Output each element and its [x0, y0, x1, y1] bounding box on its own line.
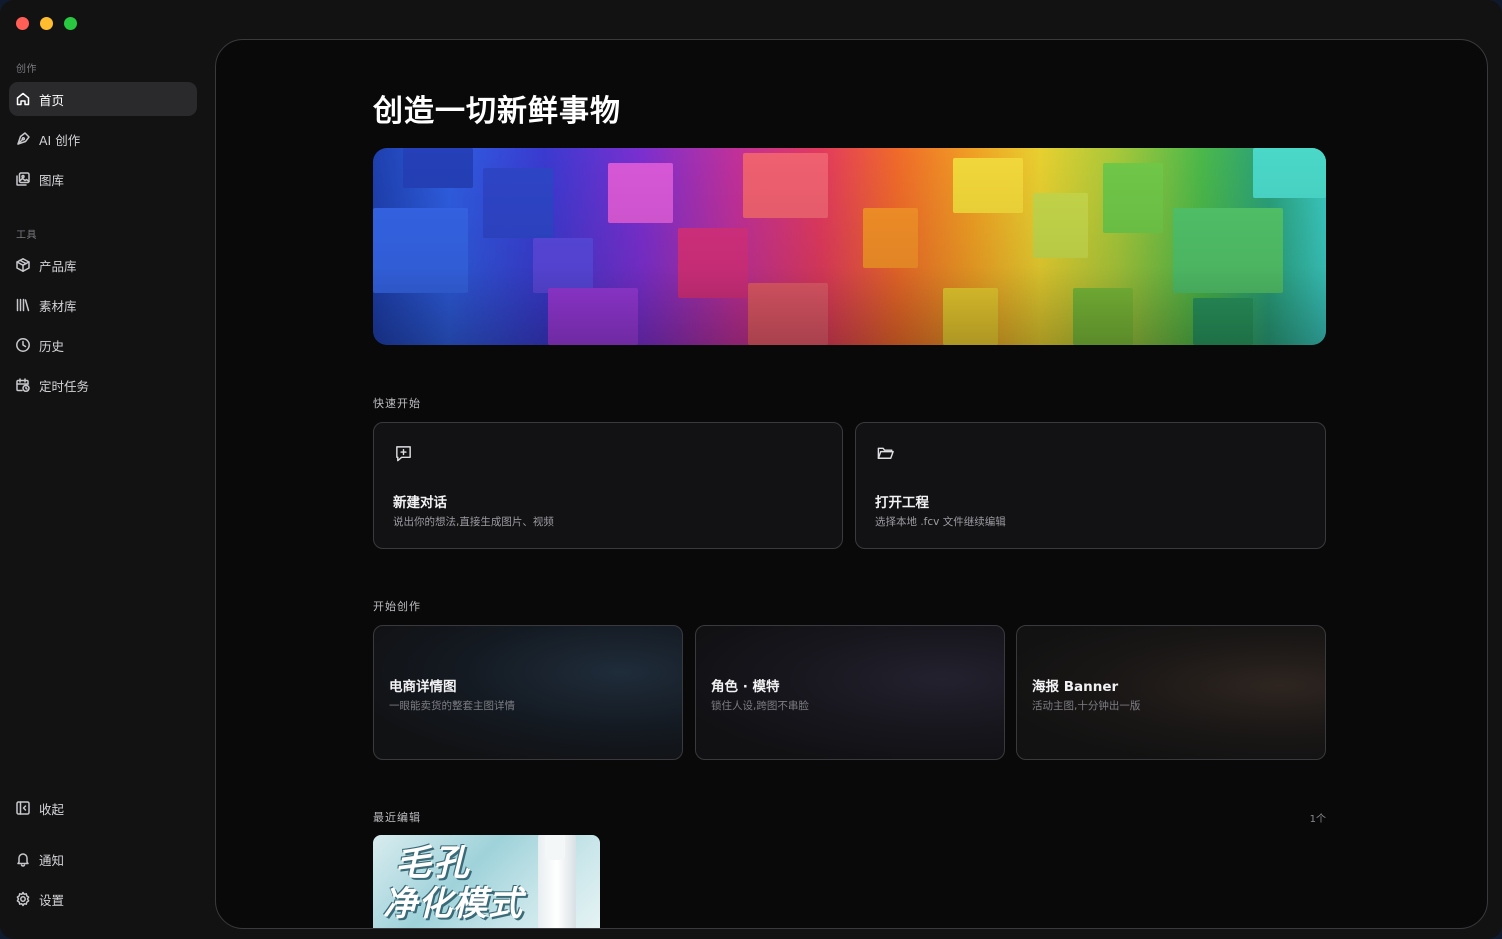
sidebar-item-label: 定时任务 — [39, 378, 90, 394]
sidebar-item-materials[interactable]: 素材库 — [9, 288, 197, 322]
sidebar-item-ai-create[interactable]: AI 创作 — [9, 122, 197, 156]
library-icon — [16, 298, 30, 312]
sidebar: 创作 首页 AI 创作 图库 工具 产品库 素材库 历史 定时任务 收起 通知 … — [0, 0, 210, 939]
collapse-sidebar-button[interactable]: 收起 — [9, 791, 197, 825]
recent-count: 1个 — [1309, 814, 1326, 825]
card-subtitle: 一眼能卖货的整套主图详情 — [389, 700, 515, 712]
sidebar-item-products[interactable]: 产品库 — [9, 248, 197, 282]
card-title: 新建对话 — [393, 495, 447, 511]
home-icon — [16, 92, 30, 106]
notifications-button[interactable]: 通知 — [9, 842, 197, 876]
hero-banner-image — [373, 148, 1326, 345]
ecommerce-detail-card[interactable]: 电商详情图 一眼能卖货的整套主图详情 — [373, 625, 683, 760]
app-window: 创作 首页 AI 创作 图库 工具 产品库 素材库 历史 定时任务 收起 通知 … — [0, 0, 1502, 939]
card-title: 打开工程 — [875, 495, 929, 511]
sidebar-item-label: 首页 — [39, 92, 65, 108]
settings-label: 设置 — [39, 892, 65, 908]
main-panel: 创造一切新鲜事物 快速开始 新建对话 说出你的想法,直接生成图片、视频 打开工程… — [215, 39, 1488, 929]
collapse-label: 收起 — [39, 801, 65, 817]
poster-banner-card[interactable]: 海报 Banner 活动主图,十分钟出一版 — [1016, 625, 1326, 760]
sidebar-section-create: 创作 — [16, 64, 37, 75]
open-project-card[interactable]: 打开工程 选择本地 .fcv 文件继续编辑 — [855, 422, 1326, 549]
folder-open-icon — [877, 447, 894, 459]
sidebar-item-history[interactable]: 历史 — [9, 328, 197, 362]
new-conversation-card[interactable]: 新建对话 说出你的想法,直接生成图片、视频 — [373, 422, 843, 549]
thumbnail-text: 净化模式 — [383, 884, 523, 924]
gallery-icon — [16, 172, 30, 186]
clock-icon — [16, 338, 30, 352]
sidebar-section-tools: 工具 — [16, 230, 37, 241]
sidebar-item-label: 历史 — [39, 338, 65, 354]
sidebar-item-scheduled-tasks[interactable]: 定时任务 — [9, 368, 197, 402]
sidebar-collapse-icon — [16, 801, 30, 815]
card-title: 角色 · 模特 — [711, 679, 780, 695]
bell-icon — [17, 853, 29, 867]
card-title: 海报 Banner — [1032, 679, 1119, 695]
sidebar-item-gallery[interactable]: 图库 — [9, 162, 197, 196]
card-subtitle: 说出你的想法,直接生成图片、视频 — [393, 516, 554, 528]
card-subtitle: 锁住人设,跨图不串脸 — [711, 700, 809, 712]
gear-icon — [16, 891, 30, 907]
character-model-card[interactable]: 角色 · 模特 锁住人设,跨图不串脸 — [695, 625, 1005, 760]
box-icon — [16, 258, 30, 272]
card-subtitle: 选择本地 .fcv 文件继续编辑 — [875, 516, 1006, 528]
start-create-heading: 开始创作 — [373, 600, 421, 613]
recent-project-thumbnail[interactable]: 毛孔 净化模式 — [373, 835, 600, 928]
card-subtitle: 活动主图,十分钟出一版 — [1032, 700, 1141, 712]
recent-edits-heading: 最近编辑 — [373, 811, 421, 824]
calendar-clock-icon — [16, 378, 30, 393]
thumbnail-text: 毛孔 — [395, 843, 472, 884]
page-title: 创造一切新鲜事物 — [373, 94, 621, 129]
card-title: 电商详情图 — [389, 679, 457, 695]
sidebar-item-label: 产品库 — [39, 258, 77, 274]
message-plus-icon — [396, 446, 411, 462]
sidebar-item-home[interactable]: 首页 — [9, 82, 197, 116]
sidebar-item-label: 图库 — [39, 172, 65, 188]
notifications-label: 通知 — [39, 852, 65, 868]
sidebar-item-label: AI 创作 — [39, 132, 81, 148]
quick-start-heading: 快速开始 — [373, 397, 421, 410]
settings-button[interactable]: 设置 — [9, 882, 197, 916]
sidebar-item-label: 素材库 — [39, 298, 77, 314]
pen-tool-icon — [17, 132, 30, 145]
